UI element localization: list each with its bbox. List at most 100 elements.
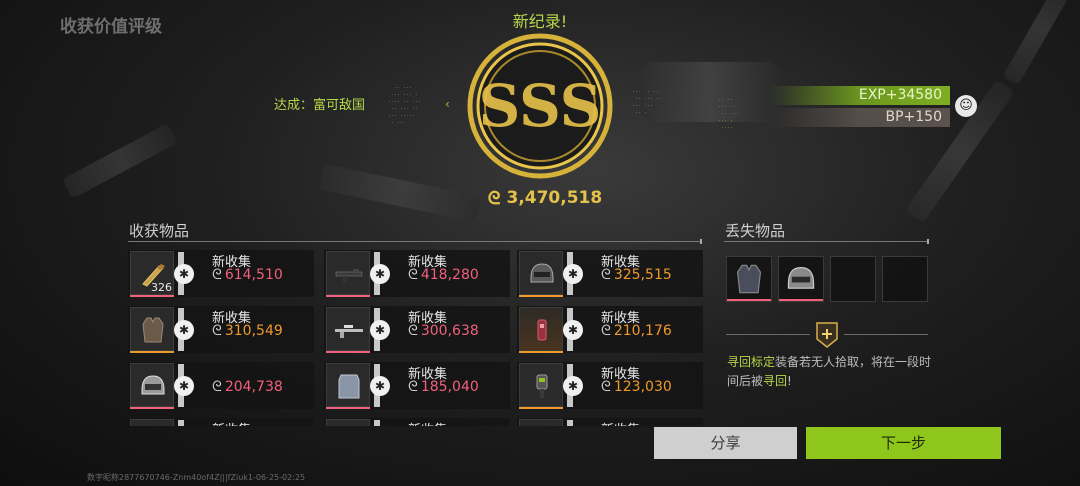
coin-icon: ᘓ	[601, 323, 611, 339]
coin-icon: ᘓ	[487, 187, 501, 209]
collected-item[interactable]: ✱ 新收集 ᘓ 300,638	[324, 306, 510, 353]
mark-star-icon[interactable]: ✱	[174, 376, 194, 396]
new-collect-tag: 新收集	[408, 419, 447, 426]
item-thumbnail: 326	[130, 251, 174, 295]
total-value: ᘓ 3,470,518	[480, 186, 610, 210]
item-value: ᘓ 123,030	[601, 379, 672, 395]
armor-vest-icon	[736, 264, 762, 294]
sniper-rifle-icon	[335, 325, 363, 338]
rarity-bar	[130, 407, 174, 409]
page-title: 收获价值评级	[60, 17, 162, 37]
injector-icon	[537, 319, 547, 341]
rarity-bar	[779, 299, 823, 301]
mark-star-icon[interactable]: ✱	[370, 376, 390, 396]
share-button[interactable]: 分享	[654, 427, 797, 459]
rarity-bar	[727, 299, 771, 301]
collected-item[interactable]: ✱ 新收集 ᘓ 123,030	[517, 362, 703, 409]
coin-icon: ᘓ	[408, 267, 418, 283]
exp-reward: EXP+34580	[770, 86, 950, 105]
rarity-bar	[326, 407, 370, 409]
coin-icon: ᘓ	[408, 379, 418, 395]
coin-icon: ᘓ	[212, 379, 222, 395]
collected-item[interactable]: ✱ 新收集 ᘓ 418,280	[324, 250, 510, 297]
lost-slot-empty	[830, 256, 876, 302]
item-thumbnail	[130, 419, 174, 426]
mark-star-icon[interactable]: ✱	[174, 264, 194, 284]
lost-divider	[724, 239, 929, 244]
mark-star-icon[interactable]: ✱	[370, 264, 390, 284]
rarity-bar	[130, 351, 174, 353]
item-value-text: 614,510	[224, 267, 283, 283]
item-separator	[178, 420, 184, 426]
item-thumbnail	[519, 251, 563, 295]
item-separator	[374, 420, 380, 426]
item-value: ᘓ 185,040	[408, 379, 479, 395]
collected-item[interactable]: ✱ 新收集 ᘓ 185,040	[324, 362, 510, 409]
item-value: ᘓ 418,280	[408, 267, 479, 283]
collected-items-list[interactable]: 326 ✱ 新收集 ᘓ 614,510 ✱ 新收集 ᘓ 418,280 ✱ 新收集 ᘓ 325,515 ✱…	[128, 250, 706, 426]
collected-divider	[128, 239, 702, 244]
coin-icon: ᘓ	[601, 379, 611, 395]
item-separator	[567, 420, 573, 426]
mark-star-icon[interactable]: ✱	[563, 320, 583, 340]
collected-item[interactable]: ✱新收集	[128, 418, 314, 426]
mark-star-icon[interactable]: ✱	[174, 320, 194, 340]
armor-plate-icon	[338, 374, 360, 399]
item-value-text: 185,040	[420, 379, 479, 395]
item-thumbnail	[130, 363, 174, 407]
item-value-text: 300,638	[420, 323, 479, 339]
player-id-footer: 数字昵称2877670746-Znm40of4Z|||fZiuk1-06-25-…	[87, 473, 306, 482]
coin-icon: ᘓ	[408, 323, 418, 339]
coin-icon: ᘓ	[212, 323, 222, 339]
brain-icon[interactable]: ☺	[955, 95, 977, 117]
retrieve-keyword-2: 寻回	[763, 374, 788, 388]
hud-decoration: .. ... ... ... . .... .. ... .. ... .. .…	[388, 84, 422, 125]
retrieve-text-end: !	[787, 374, 792, 388]
item-thumbnail	[519, 419, 563, 426]
item-value-text: 310,549	[224, 323, 283, 339]
rarity-bar	[326, 295, 370, 297]
total-value-text: 3,470,518	[506, 188, 603, 208]
achievement-label: 达成：富可敌国	[274, 98, 366, 113]
retrieve-keyword: 寻回标定	[727, 355, 776, 369]
rarity-bar	[519, 407, 563, 409]
helmet-icon	[530, 263, 554, 283]
item-value: ᘓ 614,510	[212, 267, 283, 283]
item-thumbnail	[326, 419, 370, 426]
collected-item[interactable]: ✱ 新收集 ᘓ 325,515	[517, 250, 703, 297]
shield-plus-icon	[816, 322, 838, 348]
collected-item[interactable]: ✱ 新收集 ᘓ 210,176	[517, 306, 703, 353]
lost-title: 丢失物品	[725, 222, 786, 240]
collected-item[interactable]: ✱新收集	[517, 418, 703, 426]
collected-item[interactable]: ✱新收集	[324, 418, 510, 426]
rifle-icon	[335, 269, 363, 283]
lost-slot[interactable]	[778, 256, 824, 302]
grade-letter-back: SSS	[478, 72, 601, 140]
mark-star-icon[interactable]: ✱	[563, 264, 583, 284]
rarity-bar	[519, 295, 563, 297]
item-thumbnail	[130, 307, 174, 351]
next-step-button[interactable]: 下一步	[806, 427, 1001, 459]
collected-item[interactable]: ✱ 新收集 ᘓ 310,549	[128, 306, 314, 353]
item-value-text: 204,738	[224, 379, 283, 395]
mark-star-icon[interactable]: ✱	[370, 320, 390, 340]
bp-reward: BP+150	[770, 108, 950, 127]
item-thumbnail	[519, 307, 563, 351]
collected-item[interactable]: ✱ ᘓ 204,738	[128, 362, 314, 409]
item-value: ᘓ 204,738	[212, 379, 283, 395]
new-record-label: 新纪录!	[512, 12, 568, 31]
detector-icon	[536, 374, 548, 398]
item-value: ᘓ 325,515	[601, 267, 672, 283]
mark-star-icon[interactable]: ✱	[563, 376, 583, 396]
item-value: ᘓ 210,176	[601, 323, 672, 339]
item-thumbnail	[326, 307, 370, 351]
coin-icon: ᘓ	[212, 267, 222, 283]
retrieve-divider	[844, 334, 928, 335]
lost-slot[interactable]	[726, 256, 772, 302]
item-thumbnail	[519, 363, 563, 407]
helmet-icon	[787, 266, 815, 289]
item-value-text: 418,280	[420, 267, 479, 283]
background-decoration	[319, 163, 481, 223]
armor-vest-icon	[142, 317, 164, 343]
collected-item[interactable]: 326 ✱ 新收集 ᘓ 614,510	[128, 250, 314, 297]
